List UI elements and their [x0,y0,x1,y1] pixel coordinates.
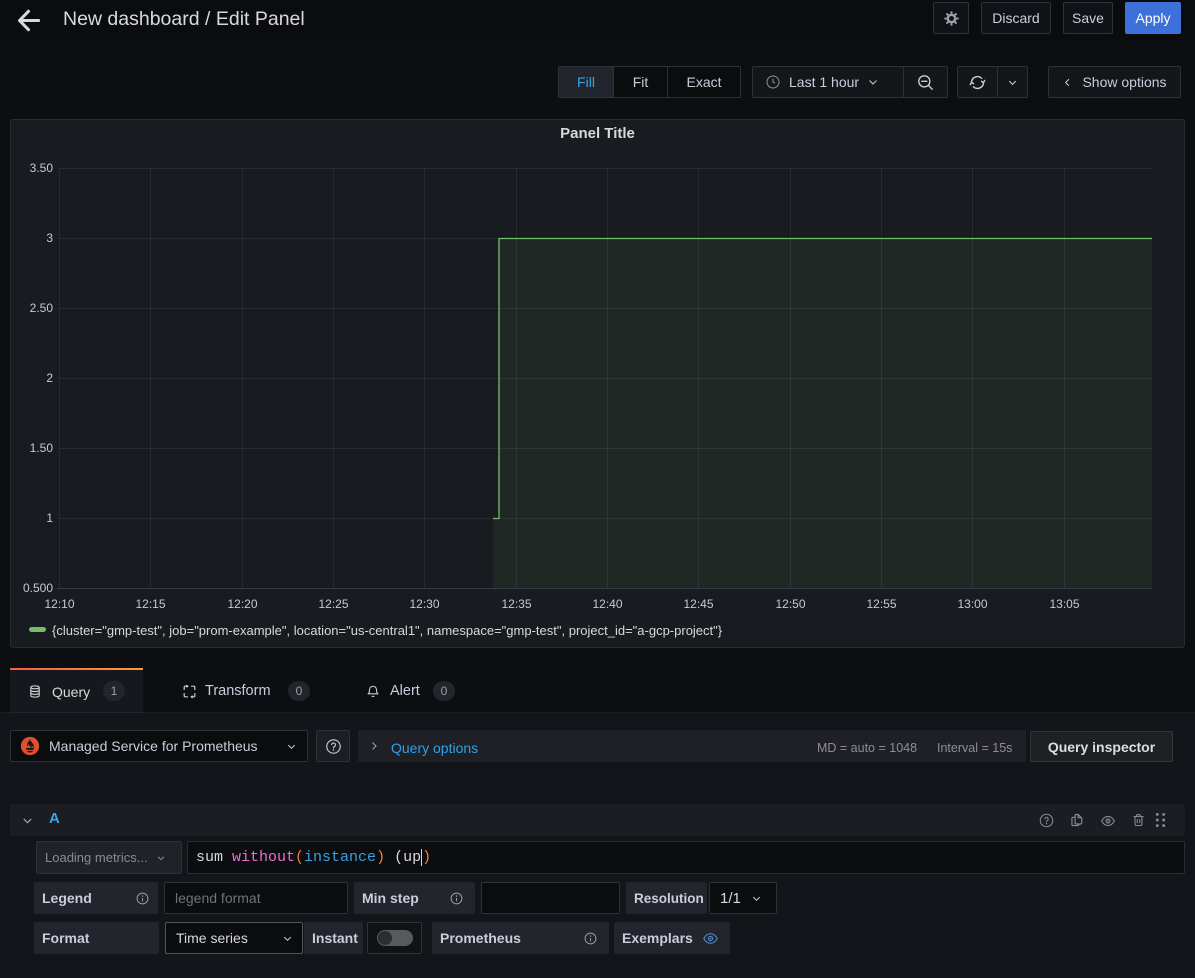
svg-text:2.50: 2.50 [30,301,54,315]
svg-text:12:45: 12:45 [683,597,713,611]
svg-text:12:20: 12:20 [227,597,257,611]
svg-text:12:35: 12:35 [501,597,531,611]
svg-text:12:10: 12:10 [44,597,74,611]
svg-text:13:00: 13:00 [957,597,987,611]
svg-text:12:25: 12:25 [318,597,348,611]
svg-text:12:30: 12:30 [409,597,439,611]
svg-text:12:40: 12:40 [592,597,622,611]
svg-text:0.500: 0.500 [23,581,53,595]
svg-text:12:50: 12:50 [775,597,805,611]
svg-text:{cluster="gmp-test", job="prom: {cluster="gmp-test", job="prom-example",… [52,623,723,638]
svg-text:12:55: 12:55 [866,597,896,611]
svg-text:1.50: 1.50 [30,441,54,455]
svg-text:3: 3 [46,231,53,245]
svg-text:3.50: 3.50 [30,161,54,175]
svg-text:13:05: 13:05 [1049,597,1079,611]
svg-text:2: 2 [46,371,53,385]
svg-text:12:15: 12:15 [135,597,165,611]
svg-text:1: 1 [46,511,53,525]
